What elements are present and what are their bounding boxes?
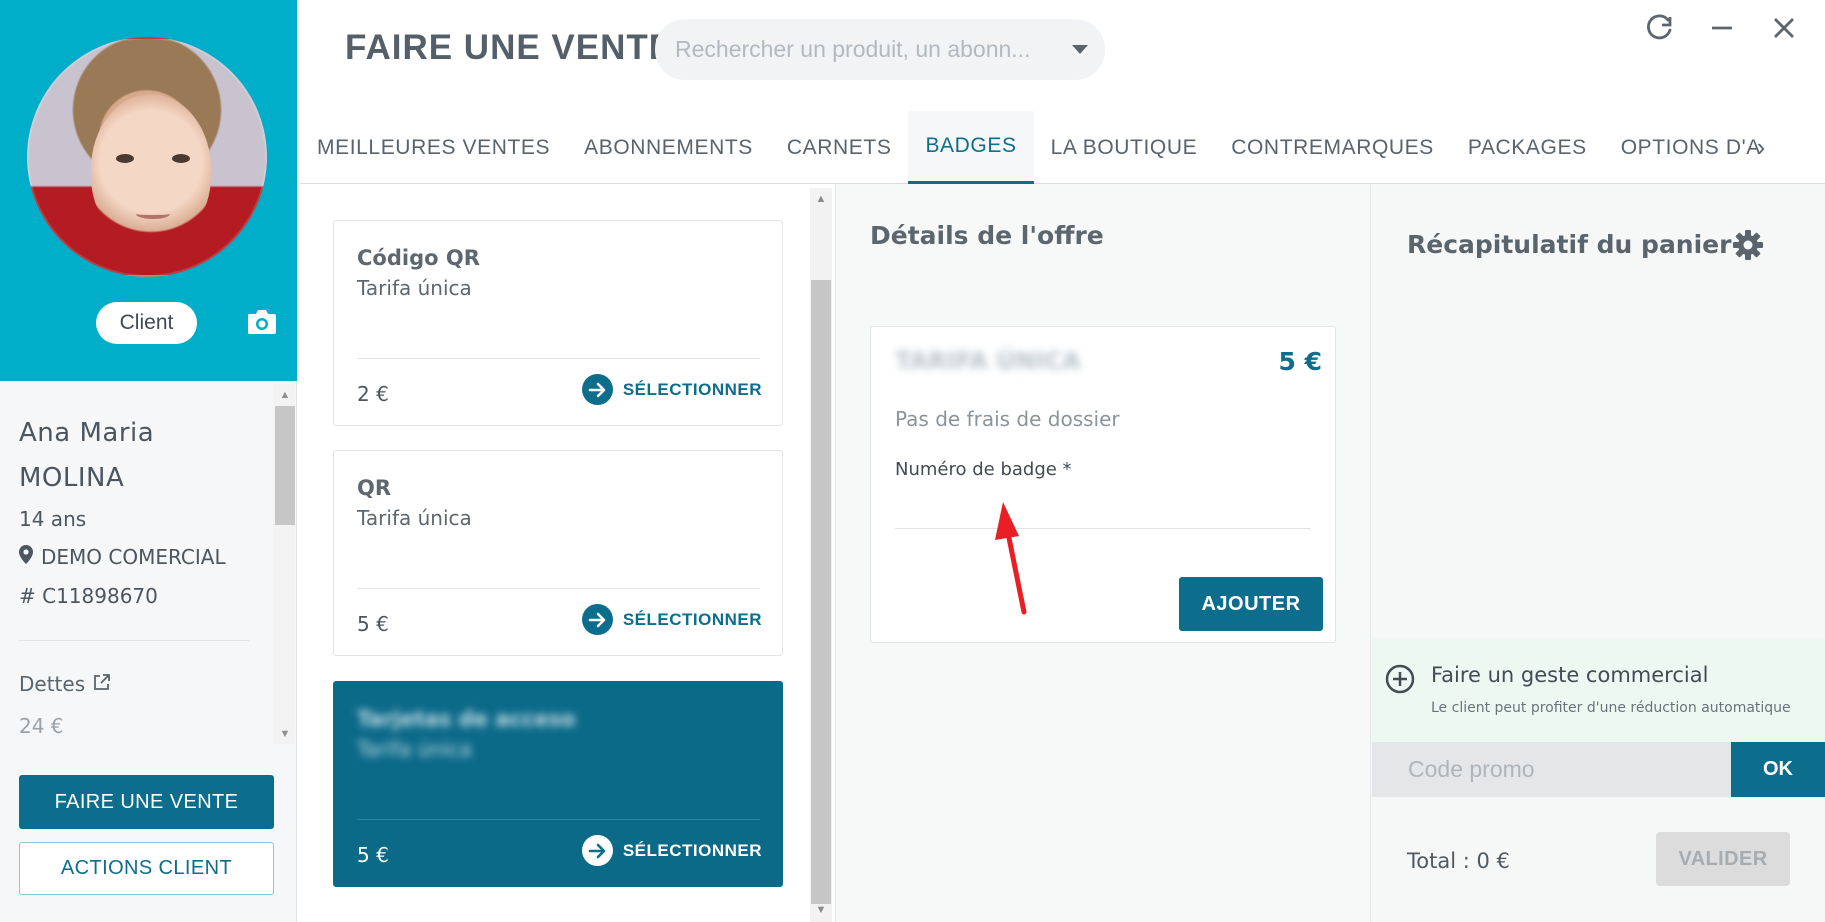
arrow-right-icon — [581, 604, 613, 635]
validate-button[interactable]: VALIDER — [1656, 832, 1790, 886]
tab-packages[interactable]: PACKAGES — [1451, 111, 1604, 184]
apply-promo-button[interactable]: OK — [1731, 742, 1825, 797]
product-title: Código QR — [357, 246, 480, 270]
product-card[interactable]: Código QR Tarifa única 2 € SÉLECTIONNER — [333, 220, 783, 426]
make-sale-button[interactable]: FAIRE UNE VENTE — [19, 775, 274, 829]
divider — [19, 640, 249, 641]
tab-subscriptions[interactable]: ABONNEMENTS — [567, 111, 770, 184]
commercial-discount-title[interactable]: Faire un geste commercial — [1431, 663, 1708, 687]
tab-booklets[interactable]: CARNETS — [770, 111, 909, 184]
client-id: # C11898670 — [19, 584, 158, 608]
debts-label: Dettes — [19, 672, 86, 696]
client-last-name: MOLINA — [19, 463, 125, 493]
category-tabs: MEILLEURES VENTES ABONNEMENTS CARNETS BA… — [300, 111, 1825, 184]
product-title: QR — [357, 476, 392, 500]
product-rate: Tarifa única — [357, 506, 472, 530]
commercial-discount-box[interactable] — [1372, 638, 1825, 742]
select-product-button[interactable]: SÉLECTIONNER — [581, 374, 762, 405]
minimize-icon[interactable] — [1705, 14, 1739, 48]
location-pin-icon — [19, 545, 33, 569]
select-product-button[interactable]: SÉLECTIONNER — [581, 604, 762, 635]
search-input[interactable] — [675, 36, 1055, 63]
scroll-down-icon[interactable]: ▼ — [277, 727, 293, 741]
sale-window: Client Ana Maria MOLINA 14 ans DEMO COME… — [0, 0, 1825, 922]
cart-summary-title: Récapitulatif du panier — [1407, 230, 1732, 259]
product-rate: Tarifa única — [357, 737, 472, 761]
select-label: SÉLECTIONNER — [622, 840, 762, 860]
tab-vouchers[interactable]: CONTREMARQUES — [1214, 111, 1451, 184]
scroll-up-icon[interactable]: ▲ — [813, 192, 829, 206]
offer-price: 5 € — [1278, 347, 1323, 376]
gear-icon[interactable] — [1731, 229, 1765, 263]
product-card-selected[interactable]: Tarjetas de acceso Tarifa única 5 € SÉLE… — [333, 681, 783, 887]
camera-icon[interactable] — [246, 308, 278, 338]
client-actions-button[interactable]: ACTIONS CLIENT — [19, 842, 274, 895]
page-title: FAIRE UNE VENTE — [345, 28, 674, 67]
product-card[interactable]: QR Tarifa única 5 € SÉLECTIONNER — [333, 450, 783, 656]
avatar-mouth — [136, 209, 170, 219]
cart-total: Total : 0 € — [1407, 849, 1510, 873]
client-panel: Client Ana Maria MOLINA 14 ans DEMO COME… — [0, 0, 297, 922]
client-site-label: DEMO COMERCIAL — [41, 545, 226, 569]
add-button[interactable]: AJOUTER — [1179, 577, 1323, 631]
client-site: DEMO COMERCIAL — [19, 545, 226, 569]
external-link-icon — [93, 672, 111, 696]
product-price: 5 € — [357, 612, 389, 636]
tab-shop[interactable]: LA BOUTIQUE — [1034, 111, 1215, 184]
product-list: Código QR Tarifa única 2 € SÉLECTIONNER … — [300, 184, 808, 922]
badge-number-input[interactable] — [895, 487, 1311, 529]
close-icon[interactable] — [1767, 14, 1801, 48]
select-product-button[interactable]: SÉLECTIONNER — [581, 835, 762, 866]
product-title: Tarjetas de acceso — [357, 707, 576, 731]
product-search[interactable] — [655, 19, 1105, 80]
debts-link[interactable]: Dettes — [19, 672, 111, 696]
debts-value: 24 € — [19, 714, 64, 738]
cart-summary-panel — [1370, 184, 1825, 922]
add-circle-icon[interactable] — [1385, 664, 1415, 694]
avatar-eye-right — [172, 154, 190, 163]
badge-number-label: Numéro de badge * — [895, 459, 1072, 480]
commercial-discount-subtitle: Le client peut profiter d'une réduction … — [1431, 700, 1791, 716]
annotation-arrow-icon — [995, 502, 1027, 615]
divider — [357, 588, 760, 589]
arrow-right-icon — [581, 835, 613, 866]
product-list-scroll-thumb[interactable] — [811, 280, 831, 904]
arrow-right-icon — [581, 374, 613, 405]
divider — [357, 358, 760, 359]
search-dropdown-icon[interactable] — [1055, 19, 1105, 80]
client-name: Ana Maria MOLINA — [19, 411, 259, 501]
product-price: 2 € — [357, 382, 389, 406]
client-header: Client — [0, 0, 297, 381]
offer-fee-note: Pas de frais de dossier — [895, 407, 1120, 431]
tab-badges[interactable]: BADGES — [908, 111, 1034, 184]
promo-code-input[interactable] — [1372, 742, 1731, 797]
scroll-down-icon[interactable]: ▼ — [813, 903, 829, 917]
tab-subscription-options[interactable]: OPTIONS D'AB — [1604, 111, 1759, 184]
offer-name: TARIFA ÚNICA — [895, 347, 1081, 375]
client-first-name: Ana Maria — [19, 418, 155, 448]
avatar-eye-left — [116, 154, 134, 163]
client-age: 14 ans — [19, 507, 87, 531]
scroll-up-icon[interactable]: ▲ — [277, 388, 293, 402]
tab-best-sellers[interactable]: MEILLEURES VENTES — [300, 111, 567, 184]
offer-details-title: Détails de l'offre — [870, 221, 1104, 250]
divider — [357, 819, 760, 820]
window-controls — [1643, 14, 1801, 48]
refresh-icon[interactable] — [1643, 14, 1677, 48]
offer-card: TARIFA ÚNICA 5 € Pas de frais de dossier… — [870, 326, 1336, 643]
select-label: SÉLECTIONNER — [622, 609, 762, 629]
client-type-badge[interactable]: Client — [96, 302, 197, 344]
product-price: 5 € — [357, 843, 389, 867]
client-avatar — [27, 37, 267, 277]
select-label: SÉLECTIONNER — [622, 379, 762, 399]
client-scroll-thumb[interactable] — [275, 406, 295, 525]
product-rate: Tarifa única — [357, 276, 472, 300]
chevron-right-icon[interactable]: › — [1746, 113, 1776, 181]
avatar-face — [91, 94, 211, 244]
